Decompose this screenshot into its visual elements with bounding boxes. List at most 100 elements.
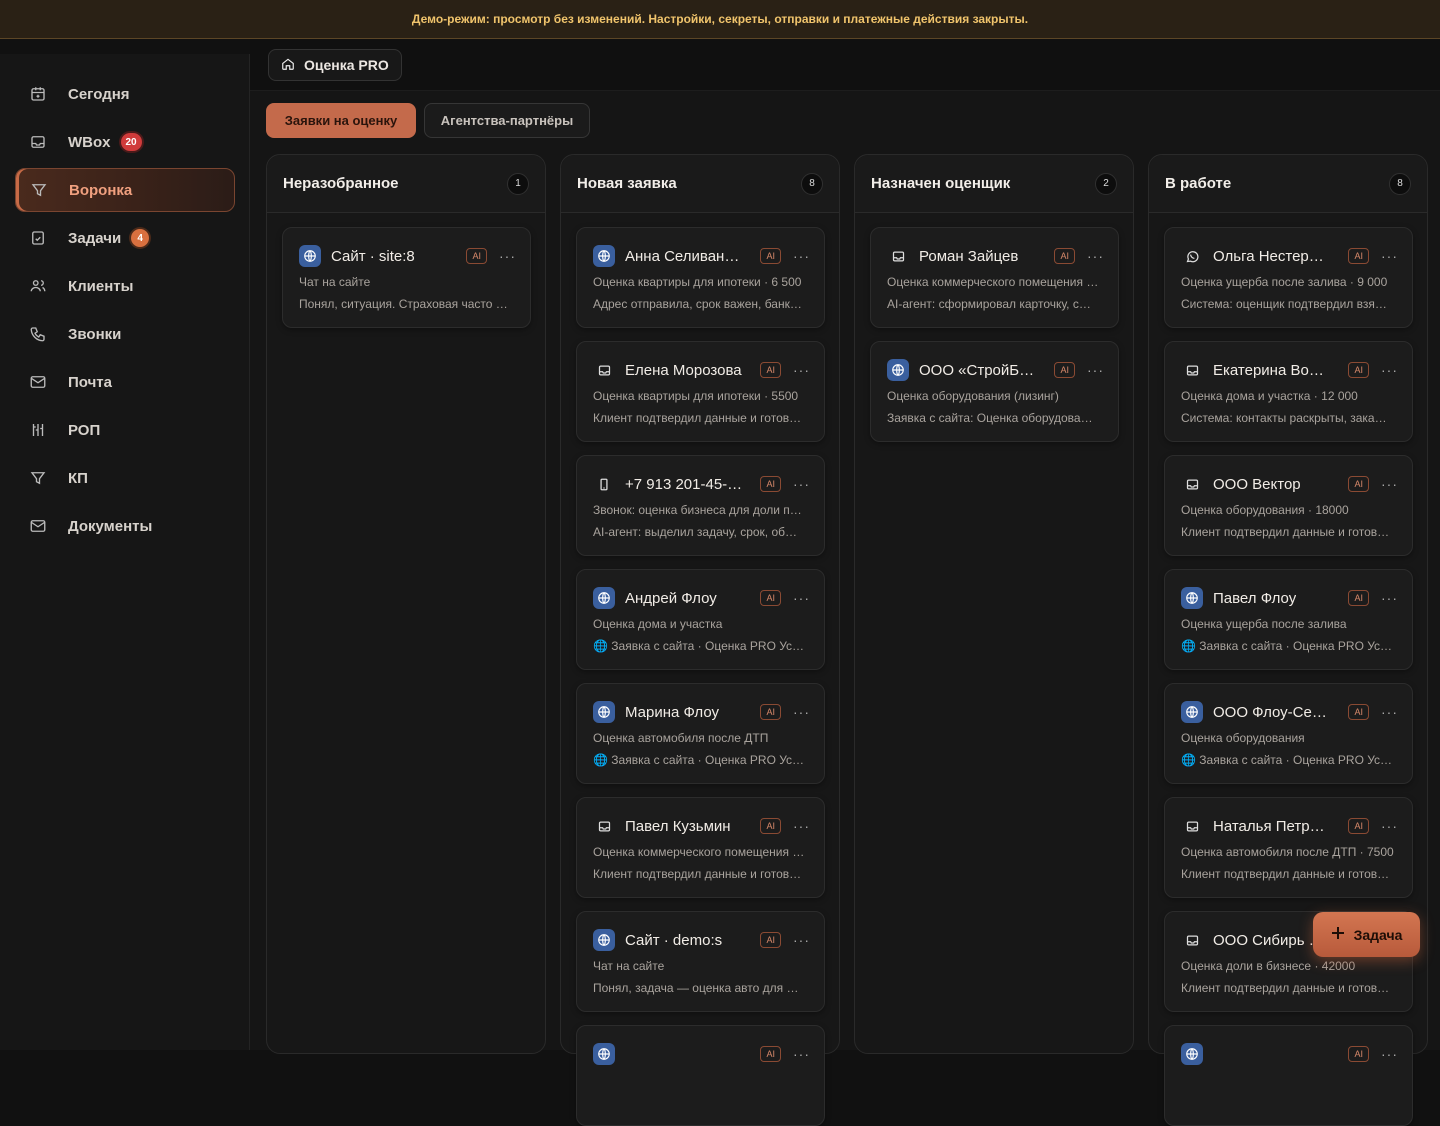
lead-card[interactable]: Марина Флоу AI ··· Оценка автомобиля после … xyxy=(576,683,825,784)
card-title: Ольга Нестер… xyxy=(1213,247,1324,265)
lead-card[interactable]: ООО Вектор AI ··· Оценка оборудования · 180… xyxy=(1164,455,1413,556)
card-title: ООО Вектор xyxy=(1213,475,1301,493)
lead-card[interactable]: Сайт · site:8 AI ··· Чат на сайте Понял, сит… xyxy=(282,227,531,328)
sidebar-item[interactable]: Воронка xyxy=(15,168,235,212)
sidebar-item-label: WBox xyxy=(68,133,111,151)
sidebar-item[interactable]: Почта xyxy=(15,360,235,404)
lead-card[interactable]: Роман Зайцев AI ··· Оценка коммерческого по… xyxy=(870,227,1119,328)
lead-card[interactable]: Наталья Петр… AI ··· Оценка автомобиля посл… xyxy=(1164,797,1413,898)
ai-badge: AI xyxy=(1054,362,1075,378)
lead-card[interactable]: Сайт · demo:s AI ··· Чат на сайте Понял, зад… xyxy=(576,911,825,1012)
count-badge: 4 xyxy=(131,229,150,247)
lead-card[interactable]: +7 913 201-45-… AI ··· Звонок: оценка бизне… xyxy=(576,455,825,556)
more-options-icon[interactable]: ··· xyxy=(499,248,516,264)
more-options-icon[interactable]: ··· xyxy=(1381,818,1398,834)
lead-card[interactable]: AI ··· xyxy=(576,1025,825,1126)
more-options-icon[interactable]: ··· xyxy=(1381,248,1398,264)
card-note: Адрес отправила, срок важен, банк… xyxy=(593,297,802,311)
card-title: ООО «СтройБ… xyxy=(919,361,1035,379)
sidebar-item-label: Сегодня xyxy=(68,85,130,103)
sidebar-item[interactable]: КП xyxy=(15,456,235,500)
more-options-icon[interactable]: ··· xyxy=(1381,1046,1398,1062)
tools-icon xyxy=(28,420,48,440)
sidebar-item[interactable]: Задачи 4 xyxy=(15,216,235,260)
sidebar-item-label: Клиенты xyxy=(68,277,134,295)
sidebar-item-label: Почта xyxy=(68,373,112,391)
ai-badge: AI xyxy=(466,248,487,264)
column-header: Новая заявка 8 xyxy=(561,155,839,213)
more-options-icon[interactable]: ··· xyxy=(793,590,810,606)
more-options-icon[interactable]: ··· xyxy=(1381,362,1398,378)
globe-icon xyxy=(593,587,615,609)
kanban-column: Новая заявка 8 Анна Селиван… AI ··· Оценка кв… xyxy=(560,154,840,1126)
globe-icon xyxy=(1181,587,1203,609)
lead-card[interactable]: Ольга Нестер… AI ··· Оценка ущерба после за… xyxy=(1164,227,1413,328)
more-options-icon[interactable]: ··· xyxy=(793,476,810,492)
card-note: Понял, задача — оценка авто для … xyxy=(593,981,799,995)
column-title: Новая заявка xyxy=(577,175,677,192)
column-count: 2 xyxy=(1095,172,1117,195)
card-note: 🌐 Заявка с сайта · Оценка PRO Ус… xyxy=(593,753,805,767)
globe-icon xyxy=(593,245,615,267)
add-task-button[interactable]: Задача xyxy=(1313,912,1420,957)
card-note: AI-агент: выделил задачу, срок, об… xyxy=(593,525,798,539)
funnel-icon xyxy=(29,180,49,200)
lead-card[interactable]: ООО Флоу-Се… AI ··· Оценка оборудования 🌐 За… xyxy=(1164,683,1413,784)
column-header: Назначен оценщик 2 xyxy=(855,155,1133,213)
main-area: Оценка PRO Заявки на оценку Агентства-па… xyxy=(250,39,1440,1126)
more-options-icon[interactable]: ··· xyxy=(793,932,810,948)
column-header: В работе 8 xyxy=(1149,155,1427,213)
lead-card[interactable]: Елена Морозова AI ··· Оценка квартиры для и… xyxy=(576,341,825,442)
card-title: Елена Морозова xyxy=(625,361,742,379)
sidebar-item[interactable]: Клиенты xyxy=(15,264,235,308)
sidebar-item[interactable]: WBox 20 xyxy=(15,120,235,164)
count-badge: 20 xyxy=(120,133,142,151)
card-note: Заявка с сайта: Оценка оборудова… xyxy=(887,411,1093,425)
lead-card[interactable]: Павел Кузьмин AI ··· Оценка коммерческого п… xyxy=(576,797,825,898)
lead-card[interactable]: Екатерина Во… AI ··· Оценка дома и участка … xyxy=(1164,341,1413,442)
card-note: Понял, ситуация. Страховая часто … xyxy=(299,297,508,311)
sidebar-item[interactable]: Сегодня xyxy=(15,72,235,116)
lead-card[interactable]: Анна Селиван… AI ··· Оценка квартиры для ип… xyxy=(576,227,825,328)
card-subtitle: Чат на сайте xyxy=(593,959,665,973)
ai-badge: AI xyxy=(1348,248,1369,264)
lead-card[interactable]: ООО «СтройБ… AI ··· Оценка оборудования (ли… xyxy=(870,341,1119,442)
globe-icon xyxy=(299,245,321,267)
lead-card[interactable]: Андрей Флоу AI ··· Оценка дома и участка 🌐 З… xyxy=(576,569,825,670)
card-note: Система: оценщик подтвердил взя… xyxy=(1181,297,1387,311)
ai-badge: AI xyxy=(1348,704,1369,720)
more-options-icon[interactable]: ··· xyxy=(1087,248,1104,264)
more-options-icon[interactable]: ··· xyxy=(793,704,810,720)
card-note: Клиент подтвердил данные и готов… xyxy=(1181,981,1390,995)
breadcrumb-label: Оценка PRO xyxy=(304,57,389,73)
card-title: Наталья Петр… xyxy=(1213,817,1325,835)
globe-icon xyxy=(593,701,615,723)
more-options-icon[interactable]: ··· xyxy=(1381,590,1398,606)
more-options-icon[interactable]: ··· xyxy=(1087,362,1104,378)
top-bar: Оценка PRO xyxy=(250,39,1440,91)
more-options-icon[interactable]: ··· xyxy=(793,818,810,834)
sidebar-item[interactable]: Документы xyxy=(15,504,235,548)
mail-icon xyxy=(28,372,48,392)
more-options-icon[interactable]: ··· xyxy=(793,248,810,264)
lead-card[interactable]: AI ··· xyxy=(1164,1025,1413,1126)
inbox-icon xyxy=(28,132,48,152)
sidebar-item[interactable]: Звонки xyxy=(15,312,235,356)
ai-badge: AI xyxy=(760,704,781,720)
more-options-icon[interactable]: ··· xyxy=(793,362,810,378)
card-header: Екатерина Во… AI ··· xyxy=(1181,359,1398,381)
tab-appraisal-requests[interactable]: Заявки на оценку xyxy=(266,103,416,138)
card-title: ООО Сибирь … xyxy=(1213,931,1324,949)
more-options-icon[interactable]: ··· xyxy=(1381,476,1398,492)
card-header: Андрей Флоу AI ··· xyxy=(593,587,810,609)
breadcrumb[interactable]: Оценка PRO xyxy=(268,49,402,81)
card-header: Павел Кузьмин AI ··· xyxy=(593,815,810,837)
card-title: Андрей Флоу xyxy=(625,589,717,607)
globe-icon xyxy=(887,359,909,381)
more-options-icon[interactable]: ··· xyxy=(793,1046,810,1062)
card-header: ООО Флоу-Се… AI ··· xyxy=(1181,701,1398,723)
lead-card[interactable]: Павел Флоу AI ··· Оценка ущерба после залив… xyxy=(1164,569,1413,670)
tab-partner-agencies[interactable]: Агентства-партнёры xyxy=(424,103,590,138)
more-options-icon[interactable]: ··· xyxy=(1381,704,1398,720)
sidebar-item[interactable]: РОП xyxy=(15,408,235,452)
